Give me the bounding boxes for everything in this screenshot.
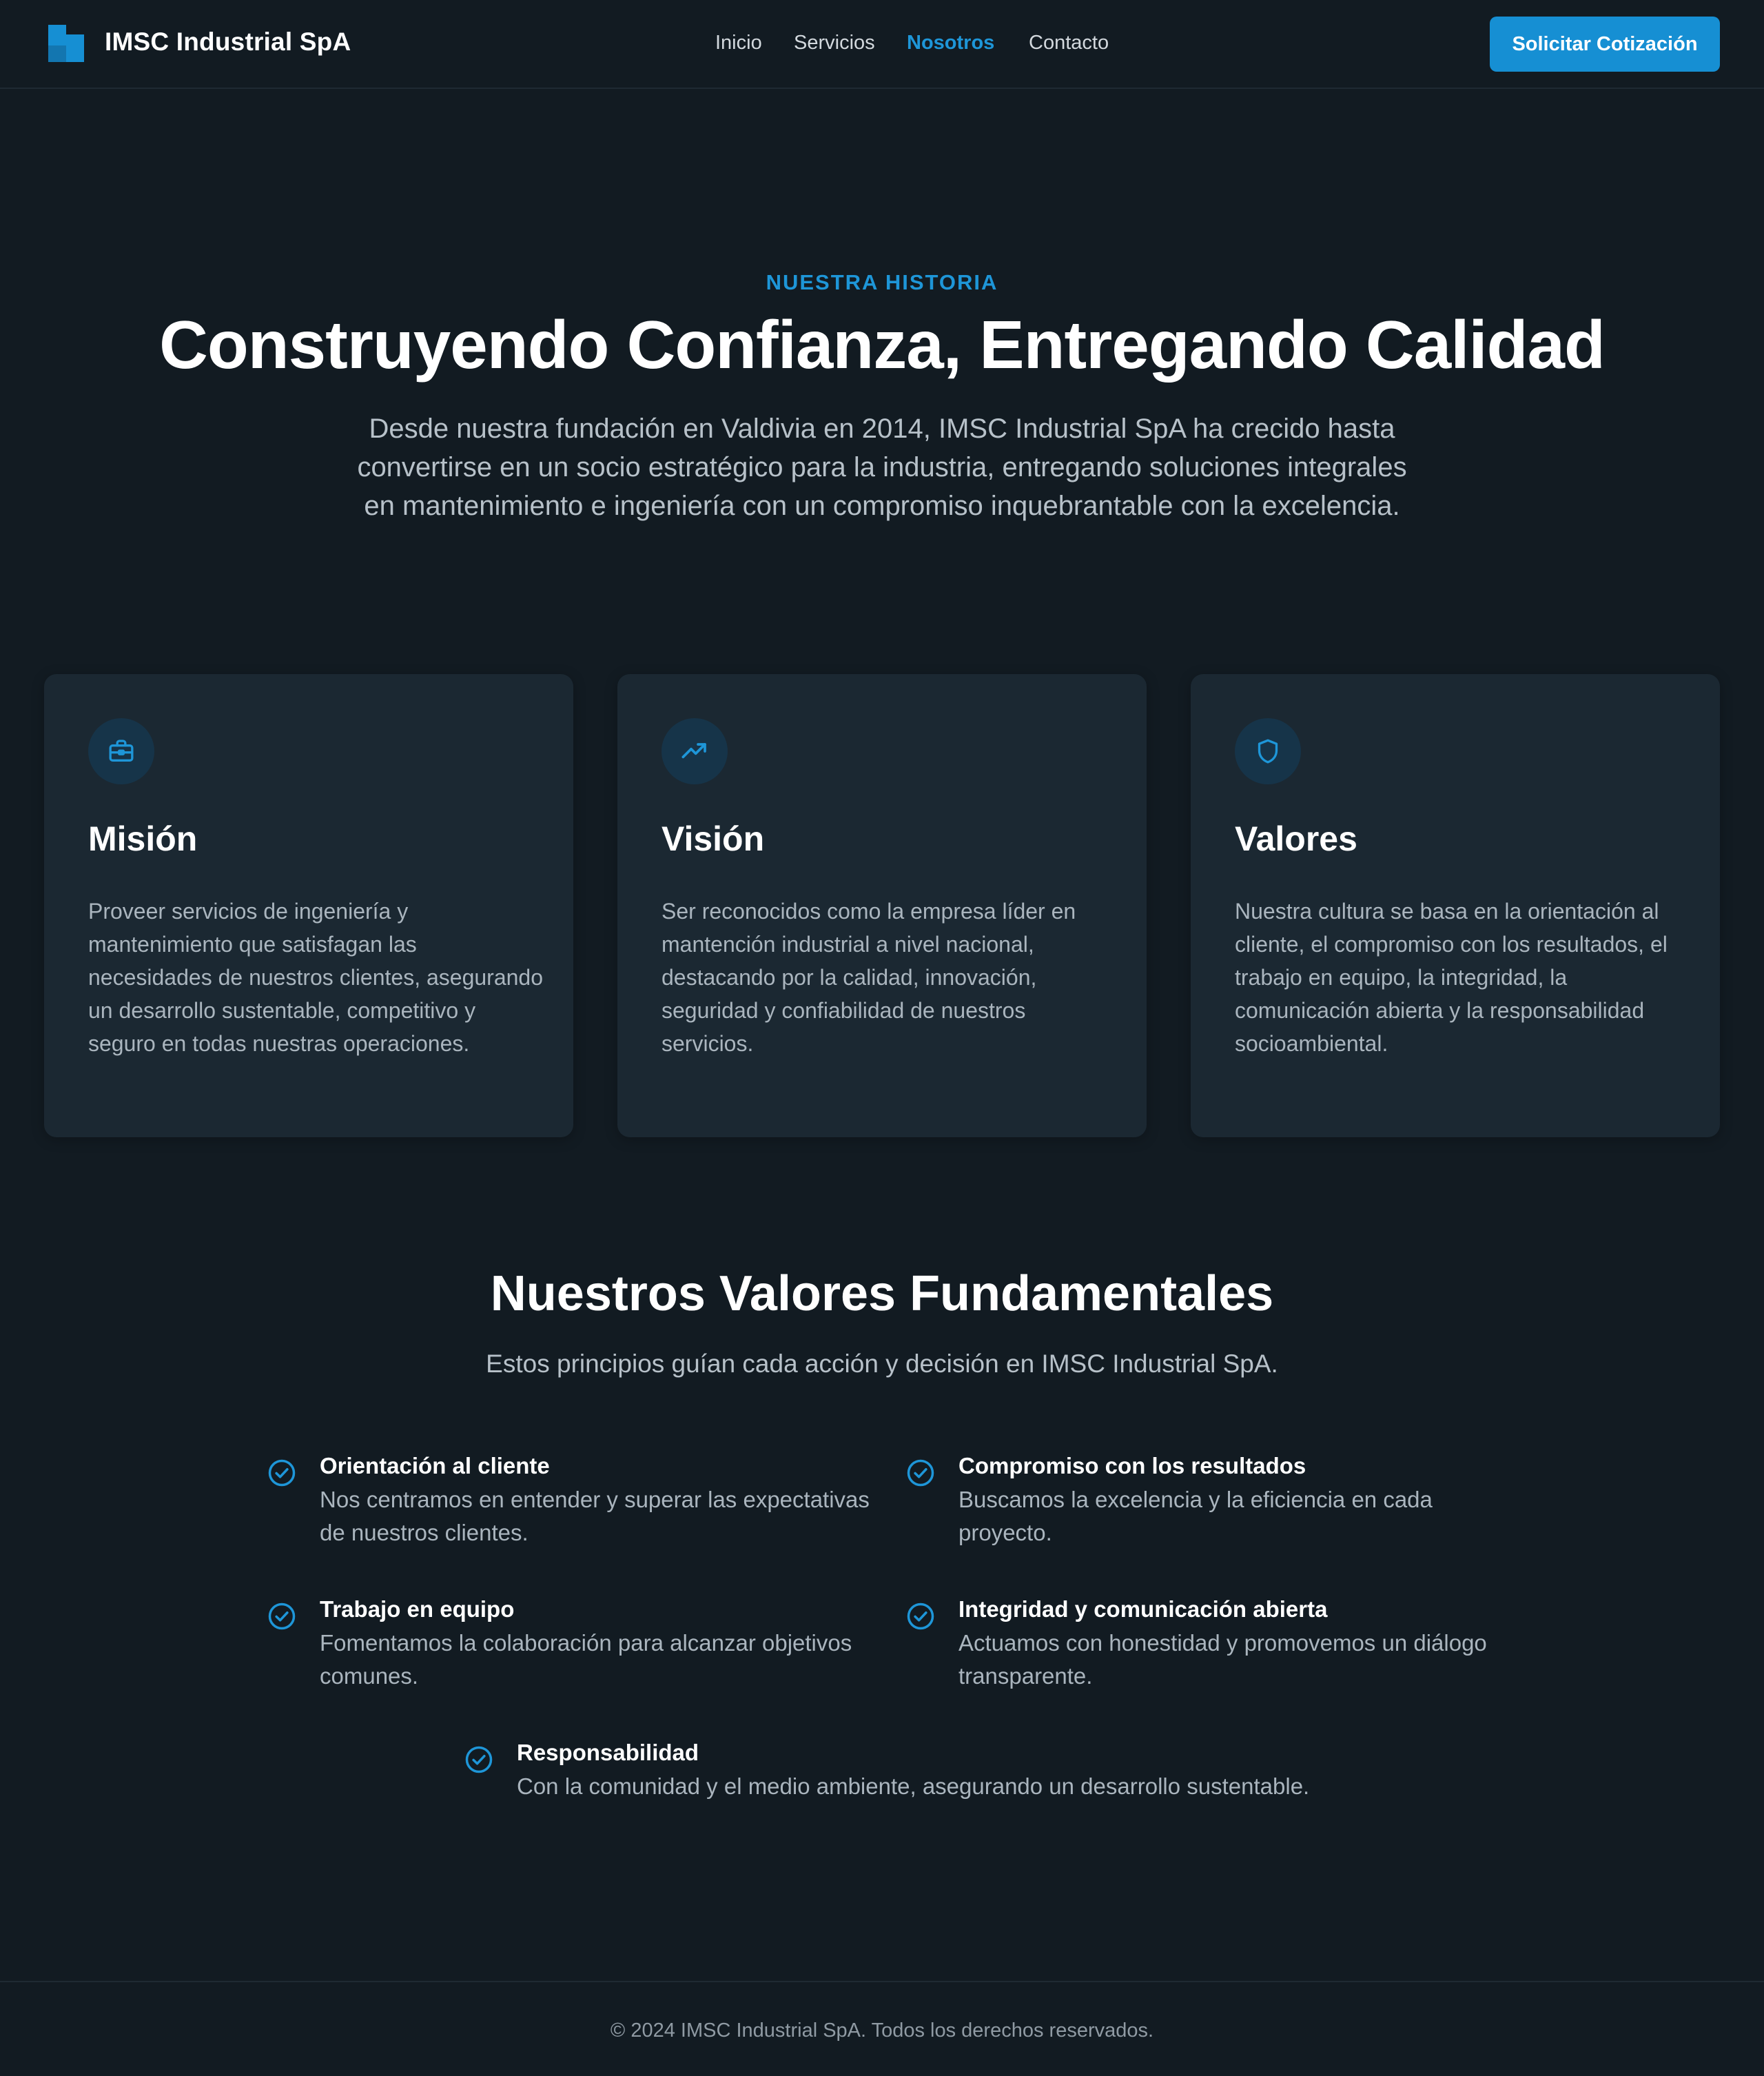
page: IMSC Industrial SpA Inicio Servicios Nos… (0, 0, 1764, 2076)
value-text: Actuamos con honestidad y promovemos un … (958, 1630, 1487, 1689)
card-text: Ser reconocidos como la empresa líder en… (662, 899, 1076, 1056)
check-circle-icon (907, 1602, 934, 1630)
check-circle-icon (907, 1459, 934, 1487)
card-mision: Misión Proveer servicios de ingeniería y… (44, 674, 573, 1137)
nav-link-inicio[interactable]: Inicio (715, 32, 762, 54)
check-circle-icon (268, 1602, 296, 1630)
value-text: Fomentamos la colaboración para alcanzar… (320, 1630, 852, 1689)
nav-link-contacto[interactable]: Contacto (1029, 32, 1109, 54)
value-text: Buscamos la excelencia y la eficiencia e… (958, 1487, 1433, 1545)
nav-link-servicios[interactable]: Servicios (794, 32, 875, 54)
card-text: Nuestra cultura se basa en la orientació… (1235, 899, 1668, 1056)
trending-up-icon (662, 718, 728, 784)
check-circle-icon (465, 1746, 493, 1773)
value-title: Compromiso con los resultados (958, 1453, 1306, 1478)
section-subtitle: Estos principios guían cada acción y dec… (486, 1350, 1278, 1378)
site-header: IMSC Industrial SpA Inicio Servicios Nos… (0, 0, 1764, 89)
hero-description: Desde nuestra fundación en Valdivia en 2… (357, 414, 1407, 521)
request-quote-button[interactable]: Solicitar Cotización (1490, 17, 1720, 72)
section-title: Nuestros Valores Fundamentales (490, 1266, 1274, 1321)
site-footer: © 2024 IMSC Industrial SpA. Todos los de… (0, 1981, 1764, 2076)
check-circle-icon (268, 1459, 296, 1487)
value-title: Trabajo en equipo (320, 1596, 515, 1622)
footer-copyright: © 2024 IMSC Industrial SpA. Todos los de… (610, 2019, 1154, 2042)
card-title: Valores (1235, 820, 1357, 858)
hero-eyebrow: NUESTRA HISTORIA (766, 270, 998, 294)
briefcase-icon (88, 718, 154, 784)
value-text: Con la comunidad y el medio ambiente, as… (517, 1773, 1310, 1799)
card-valores: Valores Nuestra cultura se basa en la or… (1191, 674, 1720, 1137)
nav-link-nosotros[interactable]: Nosotros (907, 32, 994, 54)
value-text: Nos centramos en entender y superar las … (320, 1487, 870, 1545)
card-text: Proveer servicios de ingeniería y manten… (88, 899, 543, 1056)
value-title: Integridad y comunicación abierta (958, 1596, 1328, 1622)
card-title: Visión (662, 820, 765, 858)
hero-title: Construyendo Confianza, Entregando Calid… (159, 307, 1606, 383)
card-title: Misión (88, 820, 198, 858)
shield-icon (1235, 718, 1301, 784)
value-title: Responsabilidad (517, 1740, 699, 1765)
card-vision: Visión Ser reconocidos como la empresa l… (617, 674, 1147, 1137)
value-title: Orientación al cliente (320, 1453, 550, 1478)
